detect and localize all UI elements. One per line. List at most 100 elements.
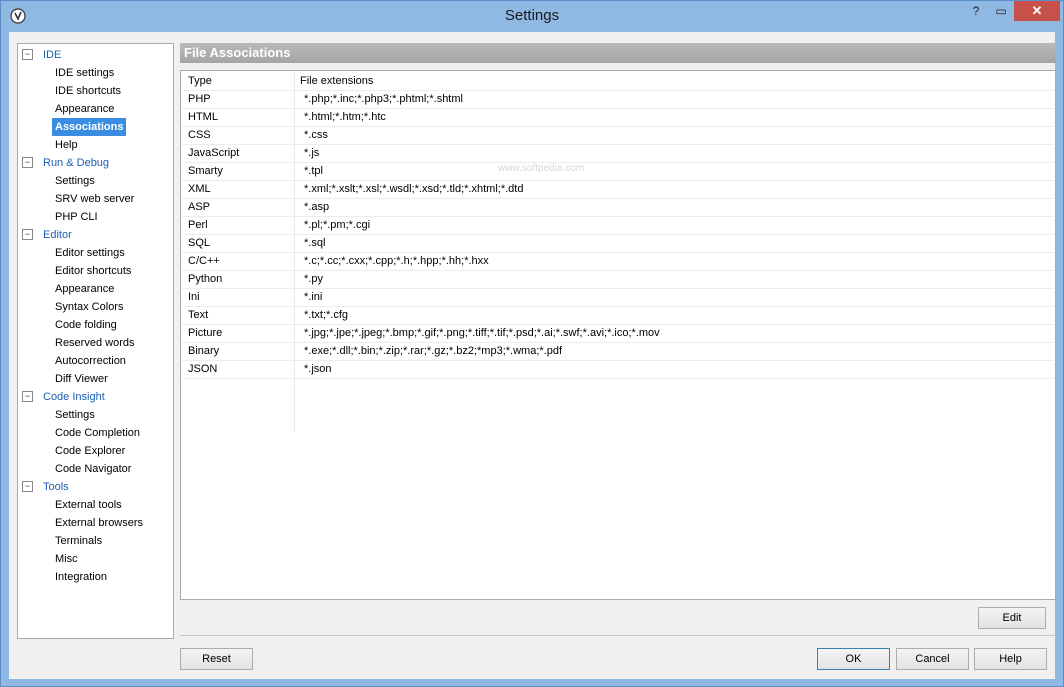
type-cell: Text bbox=[188, 309, 209, 321]
extensions-cell: *.jpg;*.jpe;*.jpeg;*.bmp;*.gif;*.png;*.t… bbox=[304, 327, 660, 339]
extensions-cell: *.html;*.htm;*.htc bbox=[304, 111, 386, 123]
tree-group[interactable]: − Code Insight bbox=[22, 388, 105, 406]
tree-item[interactable]: Code Navigator bbox=[52, 460, 134, 478]
tree-item[interactable]: Code Completion bbox=[52, 424, 143, 442]
extensions-cell: *.exe;*.dll;*.bin;*.zip;*.rar;*.gz;*.bz2… bbox=[304, 345, 563, 357]
tree-item[interactable]: IDE shortcuts bbox=[52, 82, 124, 100]
type-cell: JavaScript bbox=[188, 147, 240, 159]
table-row[interactable]: CSS *.css bbox=[182, 126, 1054, 145]
table-row[interactable]: Perl *.pl;*.pm;*.cgi bbox=[182, 216, 1054, 235]
extensions-cell: *.json bbox=[304, 363, 332, 375]
extensions-cell: *.xml;*.xslt;*.xsl;*.wsdl;*.xsd;*.tld;*.… bbox=[304, 183, 524, 195]
tree-item[interactable]: Misc bbox=[52, 550, 81, 568]
extensions-cell: *.txt;*.cfg bbox=[304, 309, 349, 321]
window-title: Settings bbox=[504, 7, 560, 24]
ok-button[interactable]: OK bbox=[817, 648, 890, 670]
table-row[interactable]: ASP *.asp bbox=[182, 198, 1054, 217]
tree-item[interactable]: PHP CLI bbox=[52, 208, 101, 226]
extensions-cell: *.css bbox=[304, 129, 328, 141]
table-row[interactable]: HTML *.html;*.htm;*.htc bbox=[182, 108, 1054, 127]
tree-group[interactable]: − Editor bbox=[22, 226, 72, 244]
tree-item[interactable]: External tools bbox=[52, 496, 125, 514]
divider bbox=[180, 635, 1056, 636]
table-row[interactable]: JavaScript *.js bbox=[182, 144, 1054, 163]
settings-tree[interactable]: − IDE IDE settings IDE shortcuts Appearance A… bbox=[17, 43, 174, 639]
type-cell: Ini bbox=[188, 291, 200, 303]
type-cell: Binary bbox=[188, 345, 220, 357]
collapse-icon[interactable]: − bbox=[22, 480, 33, 492]
table-row[interactable]: C/C++ *.c;*.cc;*.cxx;*.cpp;*.h;*.hpp;*.hh… bbox=[182, 252, 1054, 271]
tree-group-label: Code Insight bbox=[43, 391, 105, 403]
tree-item[interactable]: Settings bbox=[52, 172, 98, 190]
table-row[interactable]: Picture *.jpg;*.jpe;*.jpeg;*.bmp;*.gif;*.… bbox=[182, 324, 1054, 343]
tree-item[interactable]: Integration bbox=[52, 568, 110, 586]
tree-item[interactable]: External browsers bbox=[52, 514, 146, 532]
table-row[interactable]: Smarty *.tpl bbox=[182, 162, 1054, 181]
tree-item[interactable]: Settings bbox=[52, 406, 98, 424]
tree-group[interactable]: − Run & Debug bbox=[22, 154, 109, 172]
collapse-icon[interactable]: − bbox=[22, 228, 33, 240]
table-row[interactable]: JSON *.json bbox=[182, 360, 1054, 379]
tree-item[interactable]: Code Explorer bbox=[52, 442, 128, 460]
tree-item[interactable]: IDE settings bbox=[52, 64, 117, 82]
type-cell: ASP bbox=[188, 201, 211, 213]
tree-item[interactable]: Editor shortcuts bbox=[52, 262, 134, 280]
file-associations-table[interactable]: www.softpedia.com Type File extensions PHP… bbox=[180, 70, 1056, 600]
tree-item[interactable]: Reserved words bbox=[52, 334, 137, 352]
cancel-button[interactable]: Cancel bbox=[896, 648, 969, 670]
type-cell: Perl bbox=[188, 219, 208, 231]
tree-item[interactable]: Help bbox=[52, 136, 81, 154]
reset-button[interactable]: Reset bbox=[180, 648, 253, 670]
tree-item[interactable]: Syntax Colors bbox=[52, 298, 126, 316]
table-row[interactable]: Python *.py bbox=[182, 270, 1054, 289]
tree-group[interactable]: − IDE bbox=[22, 46, 61, 64]
help-icon[interactable]: ? bbox=[963, 1, 989, 21]
collapse-icon[interactable]: − bbox=[22, 390, 33, 402]
table-row[interactable]: Binary *.exe;*.dll;*.bin;*.zip;*.rar;*.gz… bbox=[182, 342, 1054, 361]
tree-group-label: IDE bbox=[43, 49, 62, 61]
column-header[interactable]: File extensions bbox=[300, 72, 373, 90]
extensions-cell: *.c;*.cc;*.cxx;*.cpp;*.h;*.hpp;*.hh;*.hx… bbox=[304, 255, 489, 267]
tree-item[interactable]: Autocorrection bbox=[52, 352, 129, 370]
help-button[interactable]: Help bbox=[974, 648, 1047, 670]
tree-item[interactable]: Appearance bbox=[52, 280, 117, 298]
extensions-cell: *.php;*.inc;*.php3;*.phtml;*.shtml bbox=[304, 93, 463, 105]
type-cell: PHP bbox=[188, 93, 211, 105]
tree-group-label: Run & Debug bbox=[43, 157, 110, 169]
table-row[interactable]: SQL *.sql bbox=[182, 234, 1054, 253]
table-header: Type File extensions bbox=[182, 72, 1054, 91]
client-area: − IDE IDE settings IDE shortcuts Appearance A… bbox=[9, 32, 1056, 679]
title-bar: Settings ? ▭ ✕ bbox=[1, 1, 1063, 31]
restore-icon[interactable]: ▭ bbox=[989, 1, 1013, 21]
collapse-icon[interactable]: − bbox=[22, 156, 33, 168]
tree-item[interactable]: Diff Viewer bbox=[52, 370, 111, 388]
table-row[interactable]: Ini *.ini bbox=[182, 288, 1054, 307]
table-row[interactable]: XML *.xml;*.xslt;*.xsl;*.wsdl;*.xsd;*.tld… bbox=[182, 180, 1054, 199]
type-cell: Smarty bbox=[188, 165, 223, 177]
collapse-icon[interactable]: − bbox=[22, 48, 33, 60]
extensions-cell: *.pl;*.pm;*.cgi bbox=[304, 219, 371, 231]
tree-item[interactable]: Editor settings bbox=[52, 244, 128, 262]
edit-button[interactable]: Edit bbox=[978, 607, 1046, 629]
type-cell: JSON bbox=[188, 363, 218, 375]
tree-group[interactable]: − Tools bbox=[22, 478, 69, 496]
tree-item[interactable]: Associations bbox=[52, 118, 127, 136]
type-cell: HTML bbox=[188, 111, 218, 123]
extensions-cell: *.js bbox=[304, 147, 320, 159]
extensions-cell: *.sql bbox=[304, 237, 326, 249]
column-header[interactable]: Type bbox=[188, 72, 212, 90]
tree-item[interactable]: SRV web server bbox=[52, 190, 137, 208]
tree-item[interactable]: Appearance bbox=[52, 100, 117, 118]
type-cell: XML bbox=[188, 183, 211, 195]
table-row[interactable]: Text *.txt;*.cfg bbox=[182, 306, 1054, 325]
tree-item[interactable]: Terminals bbox=[52, 532, 105, 550]
tree-item[interactable]: Code folding bbox=[52, 316, 120, 334]
type-cell: CSS bbox=[188, 129, 211, 141]
extensions-cell: *.asp bbox=[304, 201, 330, 213]
type-cell: Picture bbox=[188, 327, 223, 339]
table-row[interactable]: PHP *.php;*.inc;*.php3;*.phtml;*.shtml bbox=[182, 90, 1054, 109]
extensions-cell: *.ini bbox=[304, 291, 323, 303]
extensions-cell: *.py bbox=[304, 273, 323, 285]
extensions-cell: *.tpl bbox=[304, 165, 323, 177]
close-icon[interactable]: ✕ bbox=[1014, 1, 1060, 21]
